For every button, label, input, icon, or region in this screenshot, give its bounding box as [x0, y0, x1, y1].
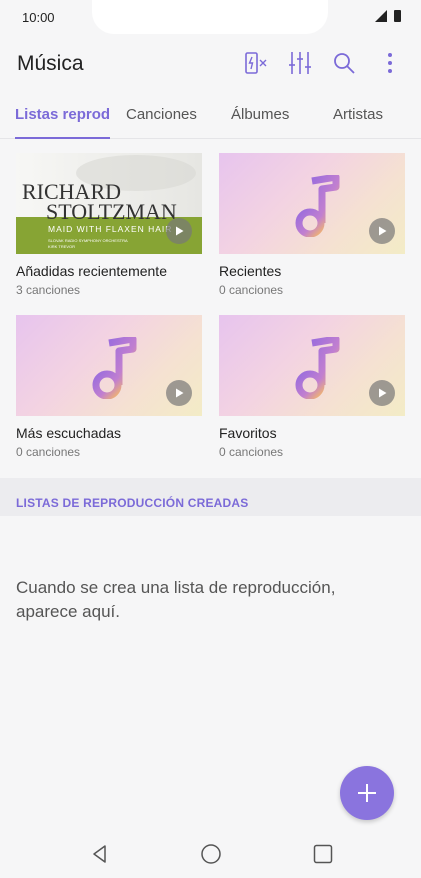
section-title: LISTAS DE REPRODUCCIÓN CREADAS	[16, 496, 249, 510]
tab-songs[interactable]: Canciones	[126, 106, 197, 123]
recents-icon	[313, 844, 333, 864]
album-art-title: MAID WITH FLAXEN HAIR	[48, 224, 172, 234]
playlist-card-recently-added[interactable]: RICHARD STOLTZMAN MAID WITH FLAXEN HAIR …	[16, 153, 202, 297]
play-icon	[379, 388, 387, 398]
home-icon	[201, 844, 221, 864]
battery-icon	[394, 10, 401, 22]
playlist-cover	[219, 315, 405, 416]
playlist-count: 0 canciones	[219, 445, 284, 459]
playlist-title: Recientes	[219, 263, 282, 279]
back-button[interactable]	[86, 840, 114, 868]
tab-albums[interactable]: Álbumes	[231, 106, 289, 123]
search-icon[interactable]	[330, 49, 358, 77]
app-bar: Música	[0, 34, 421, 94]
tab-playlists[interactable]: Listas reprodu	[15, 106, 110, 123]
equalizer-icon[interactable]	[286, 49, 314, 77]
active-tab-indicator	[15, 137, 110, 139]
status-bar: 10:00	[0, 0, 421, 34]
more-icon[interactable]	[376, 49, 404, 77]
album-art-artist-last: STOLTZMAN	[46, 199, 177, 224]
system-navigation-bar	[0, 830, 421, 878]
music-note-icon	[295, 337, 340, 399]
play-icon	[176, 388, 184, 398]
tab-artists[interactable]: Artistas	[333, 106, 383, 123]
playlist-title: Añadidas recientemente	[16, 263, 167, 279]
playlist-title: Más escuchadas	[16, 425, 122, 441]
signal-icon	[375, 10, 387, 22]
album-art-credit-1: SLOVAK RADIO SYMPHONY ORCHESTRA	[48, 238, 128, 243]
playlist-cover	[219, 153, 405, 254]
music-note-icon	[295, 175, 340, 237]
album-art-credit-2: KIRK TREVOR	[48, 244, 75, 249]
playlist-card-most-played[interactable]: Más escuchadas 0 canciones	[16, 315, 202, 459]
playlist-title: Favoritos	[219, 425, 277, 441]
play-button[interactable]	[369, 380, 395, 406]
play-button[interactable]	[369, 218, 395, 244]
created-playlists-section-header: LISTAS DE REPRODUCCIÓN CREADAS	[0, 478, 421, 516]
playlist-cover	[16, 315, 202, 416]
status-time: 10:00	[22, 10, 55, 25]
page-title: Música	[17, 52, 84, 75]
playlist-count: 0 canciones	[16, 445, 81, 459]
playlist-count: 0 canciones	[219, 283, 284, 297]
play-icon	[176, 226, 184, 236]
playlist-card-recent[interactable]: Recientes 0 canciones	[219, 153, 405, 297]
tab-bar: Listas reprodu Canciones Álbumes Artista…	[0, 98, 421, 139]
battery-saver-icon[interactable]	[241, 49, 269, 77]
home-button[interactable]	[197, 840, 225, 868]
playlist-card-favorites[interactable]: Favoritos 0 canciones	[219, 315, 405, 459]
add-playlist-button[interactable]	[340, 766, 394, 820]
album-art: RICHARD STOLTZMAN MAID WITH FLAXEN HAIR …	[16, 153, 202, 254]
display-notch	[92, 0, 328, 34]
play-button[interactable]	[166, 218, 192, 244]
play-icon	[379, 226, 387, 236]
back-icon	[93, 845, 106, 863]
music-note-icon	[92, 337, 137, 399]
plus-icon	[358, 784, 376, 802]
play-button[interactable]	[166, 380, 192, 406]
empty-state-message: Cuando se crea una lista de reproducción…	[16, 578, 336, 621]
recents-button[interactable]	[309, 840, 337, 868]
playlist-count: 3 canciones	[16, 283, 81, 297]
